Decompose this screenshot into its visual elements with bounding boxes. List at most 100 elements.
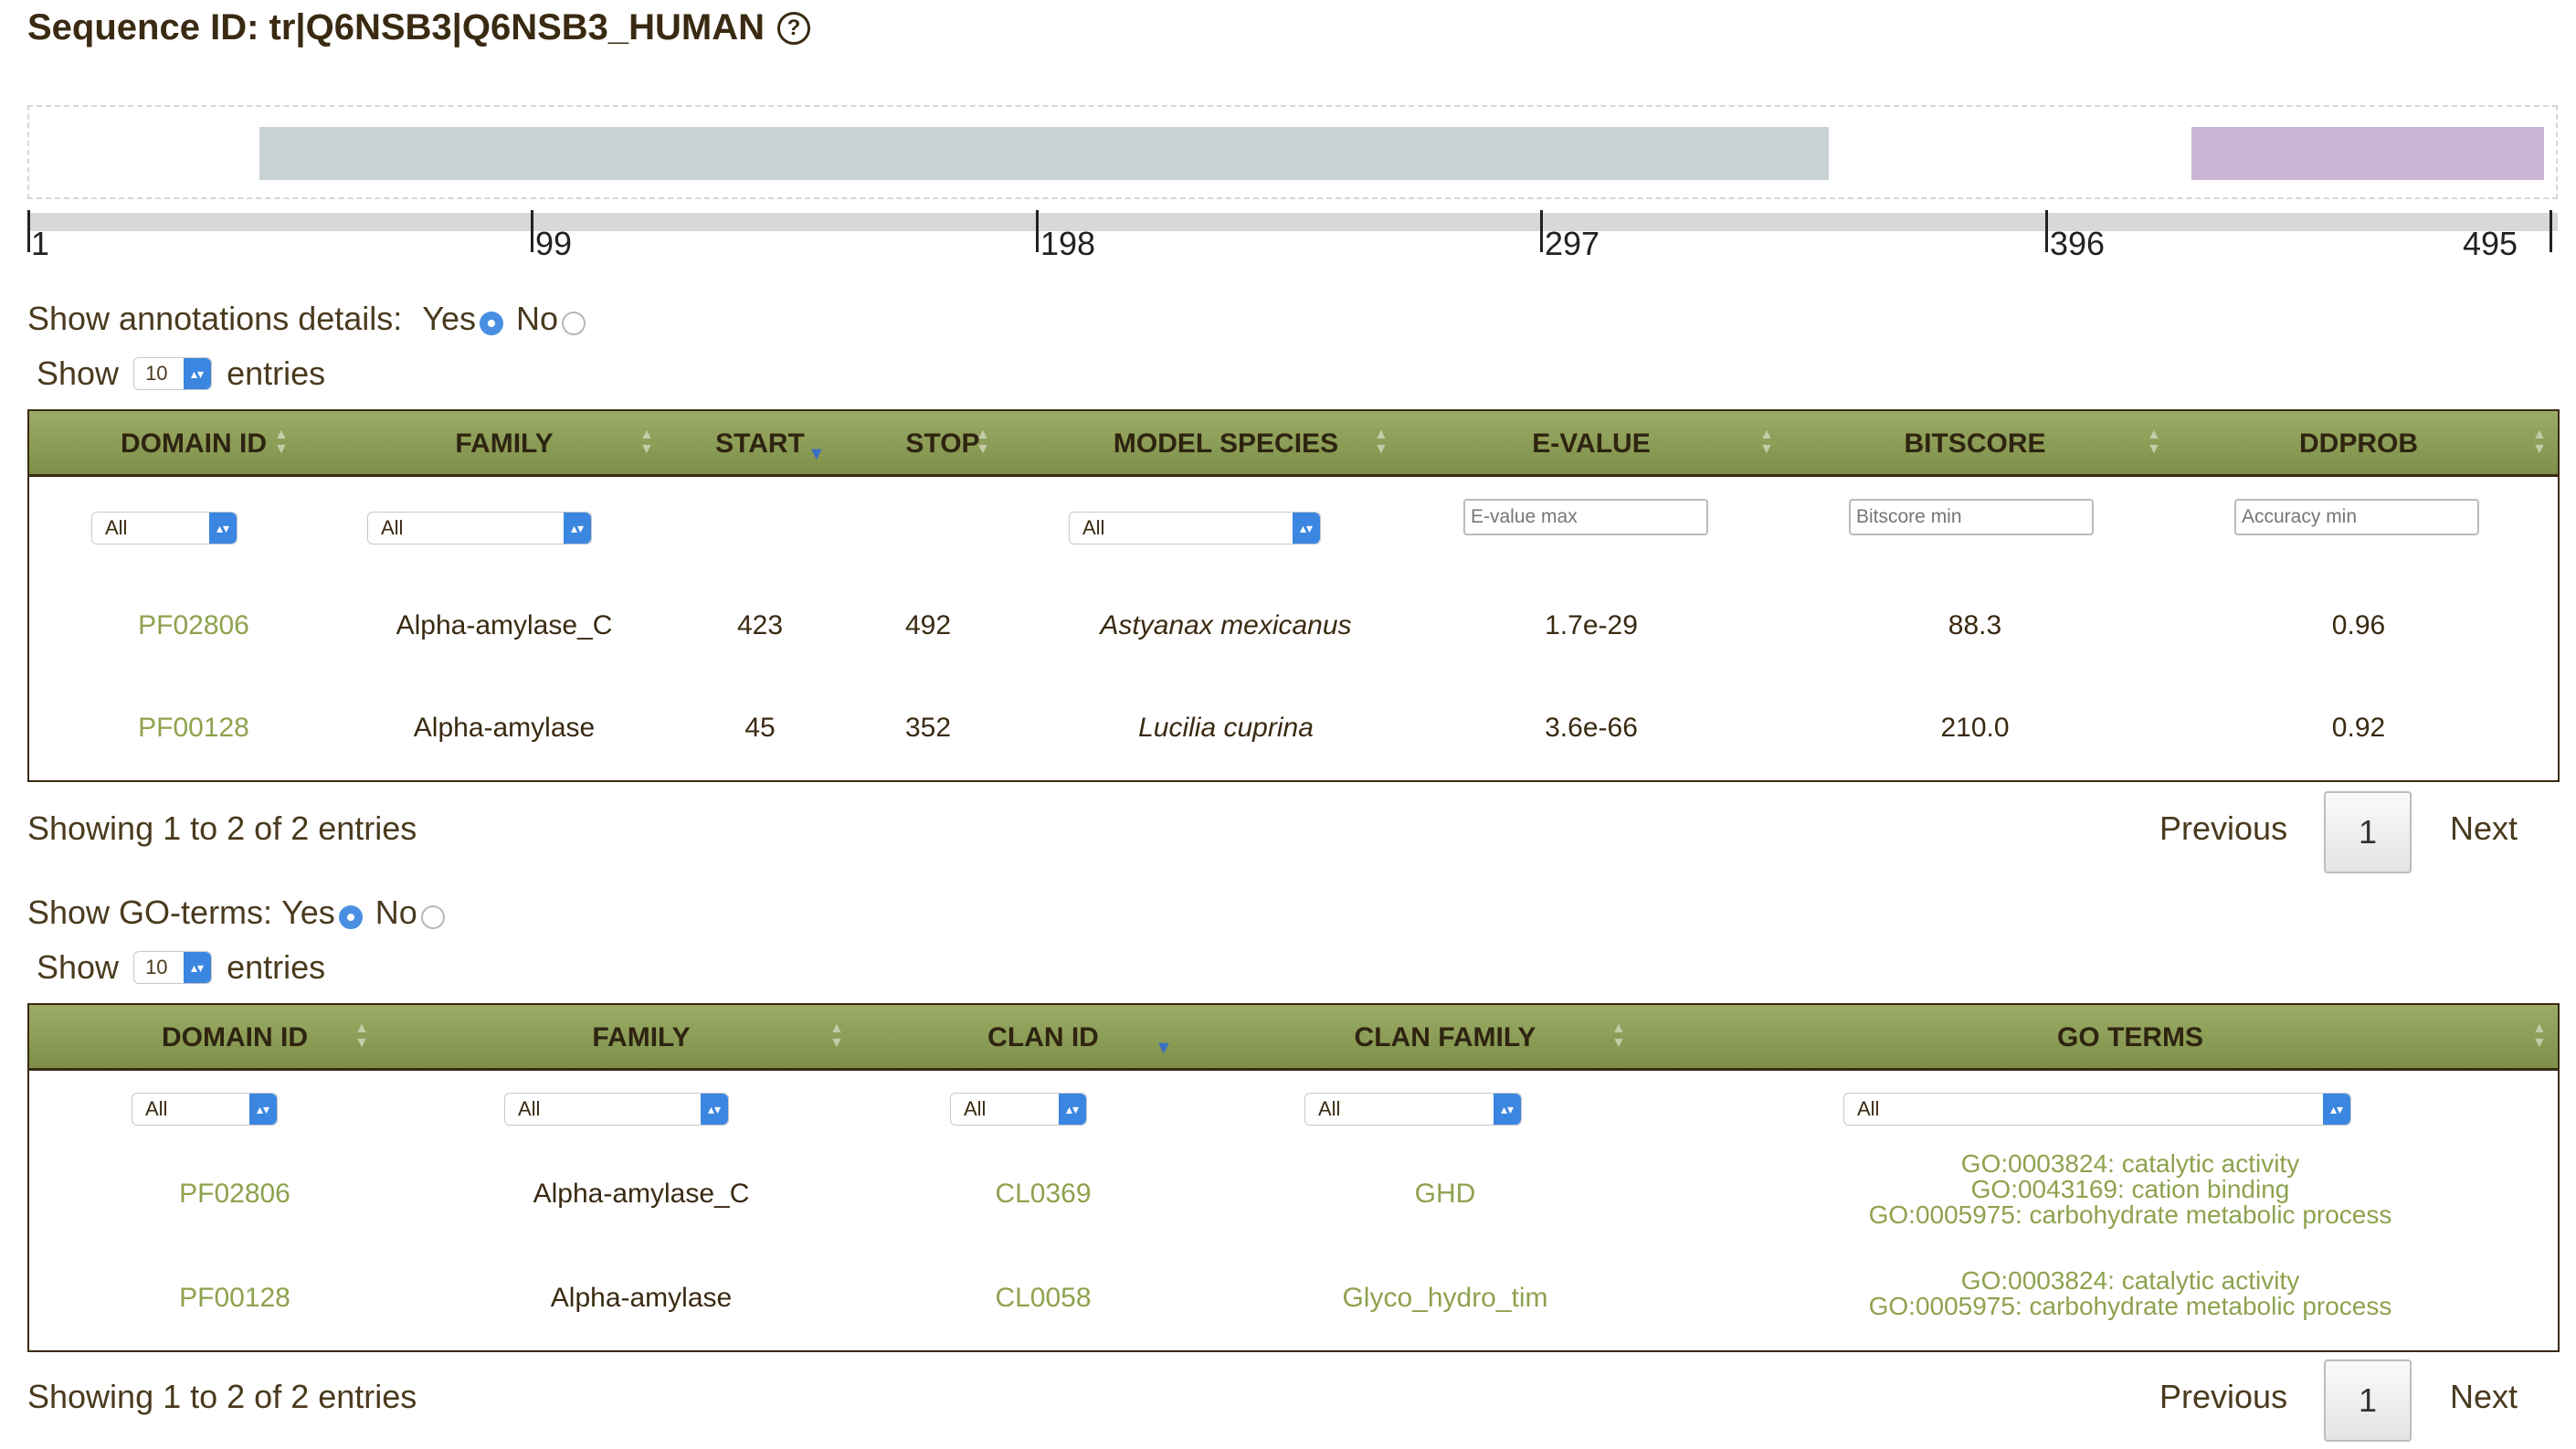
annotations-page-1-button[interactable]: 1 xyxy=(2324,791,2412,873)
species-cell: Astyanax mexicanus xyxy=(1100,610,1352,640)
go-no-radio[interactable] xyxy=(420,905,445,929)
entries-length-select[interactable]: 10 ▴▾ xyxy=(133,951,213,984)
ruler-tick xyxy=(2045,210,2048,252)
ruler-tick xyxy=(531,210,533,252)
filter-family[interactable]: All ▴▾ xyxy=(367,512,592,545)
sort-icon: ▲ ▼ xyxy=(976,427,990,457)
show-label: Show xyxy=(37,354,120,392)
clan-id-link[interactable]: CL0369 xyxy=(906,1179,1180,1210)
col-e-value[interactable]: E-VALUE xyxy=(1454,411,1728,477)
go-term-link[interactable]: GO:0003824: catalytic activity xyxy=(1765,1268,2496,1294)
ruler-tick-label: 297 xyxy=(1545,225,1600,262)
accuracy-min-input[interactable] xyxy=(2234,499,2479,535)
filter-domain-id[interactable]: All ▴▾ xyxy=(91,512,238,545)
annotations-next-button[interactable]: Next xyxy=(2450,809,2518,848)
go-previous-button[interactable]: Previous xyxy=(2159,1378,2287,1416)
sort-icon: ▲ ▼ xyxy=(274,427,289,457)
go-terms-cell: GO:0003824: catalytic activity GO:000597… xyxy=(1765,1268,2496,1319)
domain-block-pf02806[interactable] xyxy=(2191,127,2545,180)
sort-icon: ▲ ▼ xyxy=(2147,427,2161,457)
domain-id-link[interactable]: PF00128 xyxy=(102,1283,367,1314)
annotations-table-header: DOMAIN ID ▲ ▼ FAMILY ▲ ▼ START ▼ STOP ▲ ▼ M… xyxy=(29,411,2558,477)
annotations-yes-radio[interactable] xyxy=(480,312,504,335)
go-term-link[interactable]: GO:0005975: carbohydrate metabolic proce… xyxy=(1765,1294,2496,1319)
show-label: Show xyxy=(37,948,120,986)
go-yes-radio[interactable] xyxy=(338,905,363,929)
col-go-terms[interactable]: GO TERMS xyxy=(1765,1005,2496,1071)
question-circle-icon[interactable]: ? xyxy=(777,11,811,45)
clan-family-link[interactable]: Glyco_hydro_tim xyxy=(1272,1283,1619,1314)
col-clan-id[interactable]: CLAN ID xyxy=(906,1005,1180,1071)
go-terms-table: DOMAIN ID ▲ ▼ FAMILY ▲ ▼ CLAN ID ▼ CLAN FA… xyxy=(27,1003,2560,1352)
ruler-tick-label: 1 xyxy=(31,225,50,262)
col-model-species[interactable]: MODEL SPECIES xyxy=(1052,411,1399,477)
evalue-max-input[interactable] xyxy=(1463,499,1708,535)
go-term-link[interactable]: GO:0005975: carbohydrate metabolic proce… xyxy=(1765,1202,2496,1228)
go-page-1-button[interactable]: 1 xyxy=(2324,1359,2412,1442)
species-cell: Lucilia cuprina xyxy=(1138,713,1314,743)
filter-clan-family[interactable]: All ▴▾ xyxy=(1304,1093,1522,1126)
col-family[interactable]: FAMILY xyxy=(459,1005,824,1071)
sort-icon: ▲ ▼ xyxy=(1611,1021,1626,1051)
go-no-label: No xyxy=(375,894,417,931)
go-term-link[interactable]: GO:0003824: catalytic activity xyxy=(1765,1151,2496,1177)
stop-cell: 492 xyxy=(904,610,952,640)
ruler-tick-label: 99 xyxy=(535,225,573,262)
col-clan-family[interactable]: CLAN FAMILY xyxy=(1272,1005,1619,1071)
sort-icon: ▲ ▼ xyxy=(829,1021,844,1051)
select-arrows-icon: ▴▾ xyxy=(564,513,591,544)
annotations-yes-label: Yes xyxy=(422,300,477,337)
domain-block-pf00128[interactable] xyxy=(259,127,1829,180)
annotations-length-control: Show 10 ▴▾ entries xyxy=(37,354,325,393)
sort-desc-icon: ▼ xyxy=(808,444,826,464)
clan-id-link[interactable]: CL0058 xyxy=(906,1283,1180,1314)
entries-label: entries xyxy=(227,354,326,392)
evalue-cell: 1.7e-29 xyxy=(1545,610,1638,640)
ruler-tick xyxy=(1036,210,1039,252)
annotations-previous-button[interactable]: Previous xyxy=(2159,809,2287,848)
sort-icon: ▲ ▼ xyxy=(2532,427,2547,457)
clan-family-link[interactable]: GHD xyxy=(1272,1179,1619,1210)
col-stop[interactable]: STOP xyxy=(860,411,1025,477)
filter-domain-id[interactable]: All ▴▾ xyxy=(132,1093,278,1126)
bitscore-cell: 88.3 xyxy=(1948,610,2002,640)
col-bitscore[interactable]: BITSCORE xyxy=(1838,411,2112,477)
start-cell: 45 xyxy=(744,713,776,743)
go-term-link[interactable]: GO:0043169: cation binding xyxy=(1765,1177,2496,1202)
bitscore-cell: 210.0 xyxy=(1940,713,2010,743)
entries-length-select[interactable]: 10 ▴▾ xyxy=(133,357,213,390)
ruler-tick-label: 198 xyxy=(1040,225,1096,262)
annotations-toggle-label: Show annotations details: xyxy=(27,300,403,337)
ruler-tick xyxy=(2550,210,2552,252)
family-cell: Alpha-amylase_C xyxy=(396,610,613,640)
go-table-header: DOMAIN ID ▲ ▼ FAMILY ▲ ▼ CLAN ID ▼ CLAN FA… xyxy=(29,1005,2558,1071)
sequence-ruler xyxy=(27,213,2558,231)
col-family[interactable]: FAMILY xyxy=(376,411,632,477)
ruler-tick-label: 396 xyxy=(2050,225,2106,262)
annotations-no-radio[interactable] xyxy=(562,312,586,335)
ruler-tick xyxy=(27,210,30,252)
evalue-cell: 3.6e-66 xyxy=(1545,713,1638,743)
filter-go-terms[interactable]: All ▴▾ xyxy=(1843,1093,2351,1126)
family-cell: Alpha-amylase xyxy=(413,713,596,743)
go-next-button[interactable]: Next xyxy=(2450,1378,2518,1416)
sequence-title: Sequence ID: tr|Q6NSB3|Q6NSB3_HUMAN xyxy=(27,7,765,48)
col-ddprob[interactable]: DDPROB xyxy=(2222,411,2496,477)
go-table-info: Showing 1 to 2 of 2 entries xyxy=(27,1378,417,1415)
go-toggle-label: Show GO-terms: xyxy=(27,894,273,931)
domain-id-link[interactable]: PF02806 xyxy=(102,1179,367,1210)
ruler-tick-label: 495 xyxy=(2463,225,2518,262)
filter-family[interactable]: All ▴▾ xyxy=(504,1093,729,1126)
go-terms-toggle: Show GO-terms: Yes No xyxy=(27,894,445,932)
col-domain-id[interactable]: DOMAIN ID xyxy=(102,1005,367,1071)
annotations-toggle: Show annotations details: Yes No xyxy=(27,300,586,338)
filter-model-species[interactable]: All ▴▾ xyxy=(1069,512,1321,545)
select-arrows-icon: ▴▾ xyxy=(2323,1094,2350,1125)
select-arrows-icon: ▴▾ xyxy=(1494,1094,1521,1125)
page-title: Sequence ID: tr|Q6NSB3|Q6NSB3_HUMAN ? xyxy=(27,7,811,48)
domain-id-link[interactable]: PF00128 xyxy=(84,713,303,744)
domain-id-link[interactable]: PF02806 xyxy=(84,610,303,641)
annotations-table-info: Showing 1 to 2 of 2 entries xyxy=(27,809,417,847)
filter-clan-id[interactable]: All ▴▾ xyxy=(950,1093,1087,1126)
bitscore-min-input[interactable] xyxy=(1849,499,2094,535)
